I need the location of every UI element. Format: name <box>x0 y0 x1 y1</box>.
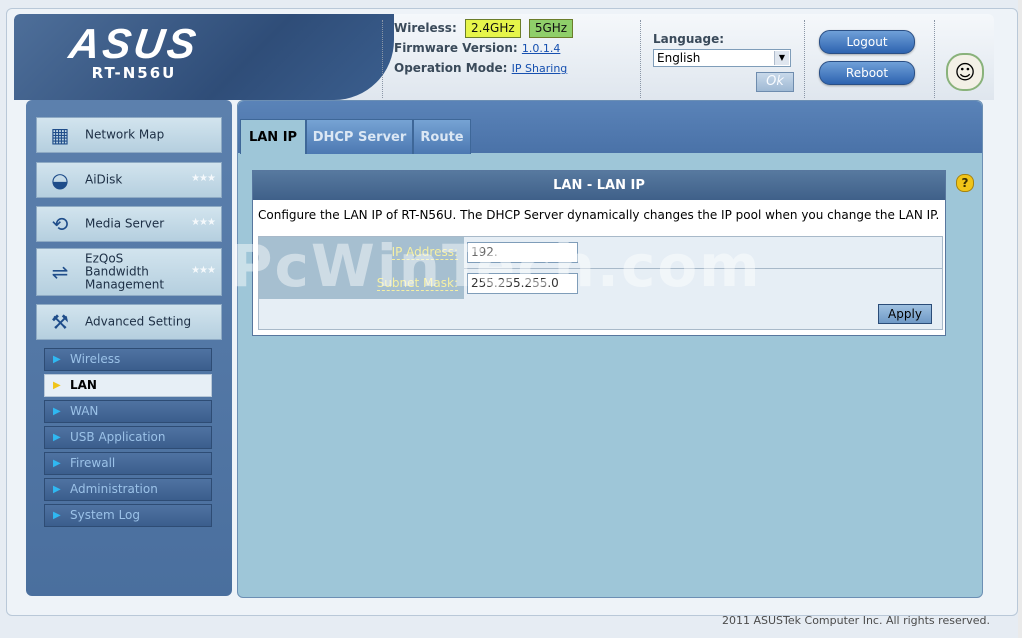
triangle-right-icon: ▶ <box>53 484 61 495</box>
ip-address-label: IP Address: <box>259 237 464 268</box>
band-24ghz-button[interactable]: 2.4GHz <box>464 19 521 38</box>
opmode-link[interactable]: IP Sharing <box>512 62 568 75</box>
subnet-mask-label: Subnet Mask: <box>259 268 464 299</box>
wireless-row: Wireless: 2.4GHz 5GHz <box>394 18 574 38</box>
firmware-label: Firmware Version: <box>394 41 518 55</box>
ip-address-input[interactable]: 192. <box>467 242 578 263</box>
sidebar-item-network-map[interactable]: ▦ Network Map <box>36 117 222 153</box>
subnet-mask-input[interactable]: 255.255.255.0 <box>467 273 578 294</box>
panel-title: LAN - LAN IP <box>253 171 945 200</box>
sidebar-subitem-wan[interactable]: ▶ WAN <box>44 400 212 423</box>
triangle-right-icon: ▶ <box>53 458 61 469</box>
avatar-icon: ☺ <box>946 53 984 91</box>
ezqos-label-line2: Bandwidth <box>85 264 149 279</box>
firmware-link[interactable]: 1.0.1.4 <box>522 42 560 55</box>
sidebar-item-label: Advanced Setting <box>85 314 192 329</box>
lan-ip-panel: LAN - LAN IP Configure the LAN IP of RT-… <box>252 170 946 336</box>
triangle-right-icon: ▶ <box>53 380 61 391</box>
sidebar-subitem-label: Firewall <box>70 456 116 470</box>
footer-copyright: 2011 ASUSTek Computer Inc. All rights re… <box>722 614 990 627</box>
tab-lan-ip[interactable]: LAN IP <box>240 119 306 154</box>
stars-icon: ★★★ <box>191 173 216 184</box>
apply-button[interactable]: Apply <box>878 304 932 324</box>
sidebar-subitem-firewall[interactable]: ▶ Firewall <box>44 452 212 475</box>
language-selected: English <box>657 51 701 65</box>
sidebar-item-label: Media Server <box>85 216 165 231</box>
header-divider <box>934 20 935 98</box>
sidebar-subitem-wireless[interactable]: ▶ Wireless <box>44 348 212 371</box>
status-info: Wireless: 2.4GHz 5GHz Firmware Version: … <box>394 18 574 78</box>
asus-logo: ASUS <box>66 20 202 67</box>
sidebar-item-media-server[interactable]: ⟲ Media Server ★★★ <box>36 206 222 242</box>
triangle-right-icon: ▶ <box>53 406 61 417</box>
sidebar-item-advanced-setting[interactable]: ⚒ Advanced Setting <box>36 304 222 340</box>
network-map-icon: ▦ <box>50 123 70 147</box>
opmode-label: Operation Mode: <box>394 61 508 75</box>
reboot-button[interactable]: Reboot <box>819 61 915 85</box>
sidebar-subitem-lan[interactable]: ▶ LAN <box>44 374 212 397</box>
language-label: Language: <box>653 32 725 46</box>
model-name: RT-N56U <box>91 64 177 82</box>
header-divider <box>382 20 383 98</box>
sidebar-item-aidisk[interactable]: ◒ AiDisk ★★★ <box>36 162 222 198</box>
firmware-row: Firmware Version: 1.0.1.4 <box>394 38 573 58</box>
panel-description: Configure the LAN IP of RT-N56U. The DHC… <box>258 208 940 222</box>
language-select[interactable]: English ▼ <box>653 49 791 67</box>
stars-icon: ★★★ <box>191 217 216 228</box>
advanced-setting-icon: ⚒ <box>51 310 69 334</box>
sidebar-subitem-label: LAN <box>70 378 97 392</box>
sidebar-subitem-system-log[interactable]: ▶ System Log <box>44 504 212 527</box>
stars-icon: ★★★ <box>191 265 216 276</box>
subnet-mask-label-text: Subnet Mask: <box>376 276 458 291</box>
language-ok-button[interactable]: Ok <box>756 72 794 92</box>
wireless-label: Wireless: <box>394 21 457 35</box>
media-server-icon: ⟲ <box>51 212 69 236</box>
header-divider <box>640 20 641 98</box>
sidebar-subitem-label: Wireless <box>70 352 121 366</box>
scrollbar[interactable] <box>1018 0 1022 638</box>
sidebar-subitem-label: Administration <box>70 482 158 496</box>
aidisk-icon: ◒ <box>51 168 69 192</box>
tab-dhcp-server[interactable]: DHCP Server <box>306 119 413 154</box>
band-5ghz-button[interactable]: 5GHz <box>528 19 574 38</box>
apply-row: Apply <box>259 299 942 328</box>
sidebar-subitem-label: WAN <box>70 404 99 418</box>
sidebar-item-label: EzQoS Bandwidth Management <box>85 251 165 292</box>
sidebar: ▦ Network Map ◒ AiDisk ★★★ ⟲ Media Serve… <box>26 100 232 596</box>
chevron-down-icon: ▼ <box>774 51 789 65</box>
ezqos-icon: ⇌ <box>51 260 69 284</box>
sidebar-subitem-label: System Log <box>70 508 140 522</box>
triangle-right-icon: ▶ <box>53 510 61 521</box>
sidebar-subitem-label: USB Application <box>70 430 166 444</box>
opmode-row: Operation Mode: IP Sharing <box>394 58 573 78</box>
header-divider <box>804 20 805 98</box>
sidebar-subitem-usb-application[interactable]: ▶ USB Application <box>44 426 212 449</box>
subnet-mask-row: Subnet Mask: 255.255.255.0 <box>259 268 942 300</box>
triangle-right-icon: ▶ <box>53 354 61 365</box>
help-icon[interactable]: ? <box>956 174 974 192</box>
ip-address-row: IP Address: 192. <box>259 237 942 269</box>
sidebar-subitem-administration[interactable]: ▶ Administration <box>44 478 212 501</box>
lan-ip-form: IP Address: 192. Subnet Mask: 255.255.25… <box>258 236 943 330</box>
ip-address-label-text: IP Address: <box>391 245 458 260</box>
sidebar-item-ezqos[interactable]: ⇌ EzQoS Bandwidth Management ★★★ <box>36 248 222 296</box>
tab-route[interactable]: Route <box>413 119 471 154</box>
ezqos-label-line3: Management <box>85 277 165 292</box>
sidebar-item-label: AiDisk <box>85 172 123 187</box>
tab-bar: LAN IP DHCP Server Route <box>238 101 982 154</box>
logout-button[interactable]: Logout <box>819 30 915 54</box>
sidebar-item-label: Network Map <box>85 127 165 142</box>
ezqos-label-line1: EzQoS <box>85 251 124 266</box>
triangle-right-icon: ▶ <box>53 432 61 443</box>
logo-area: ASUS RT-N56U <box>14 14 394 100</box>
